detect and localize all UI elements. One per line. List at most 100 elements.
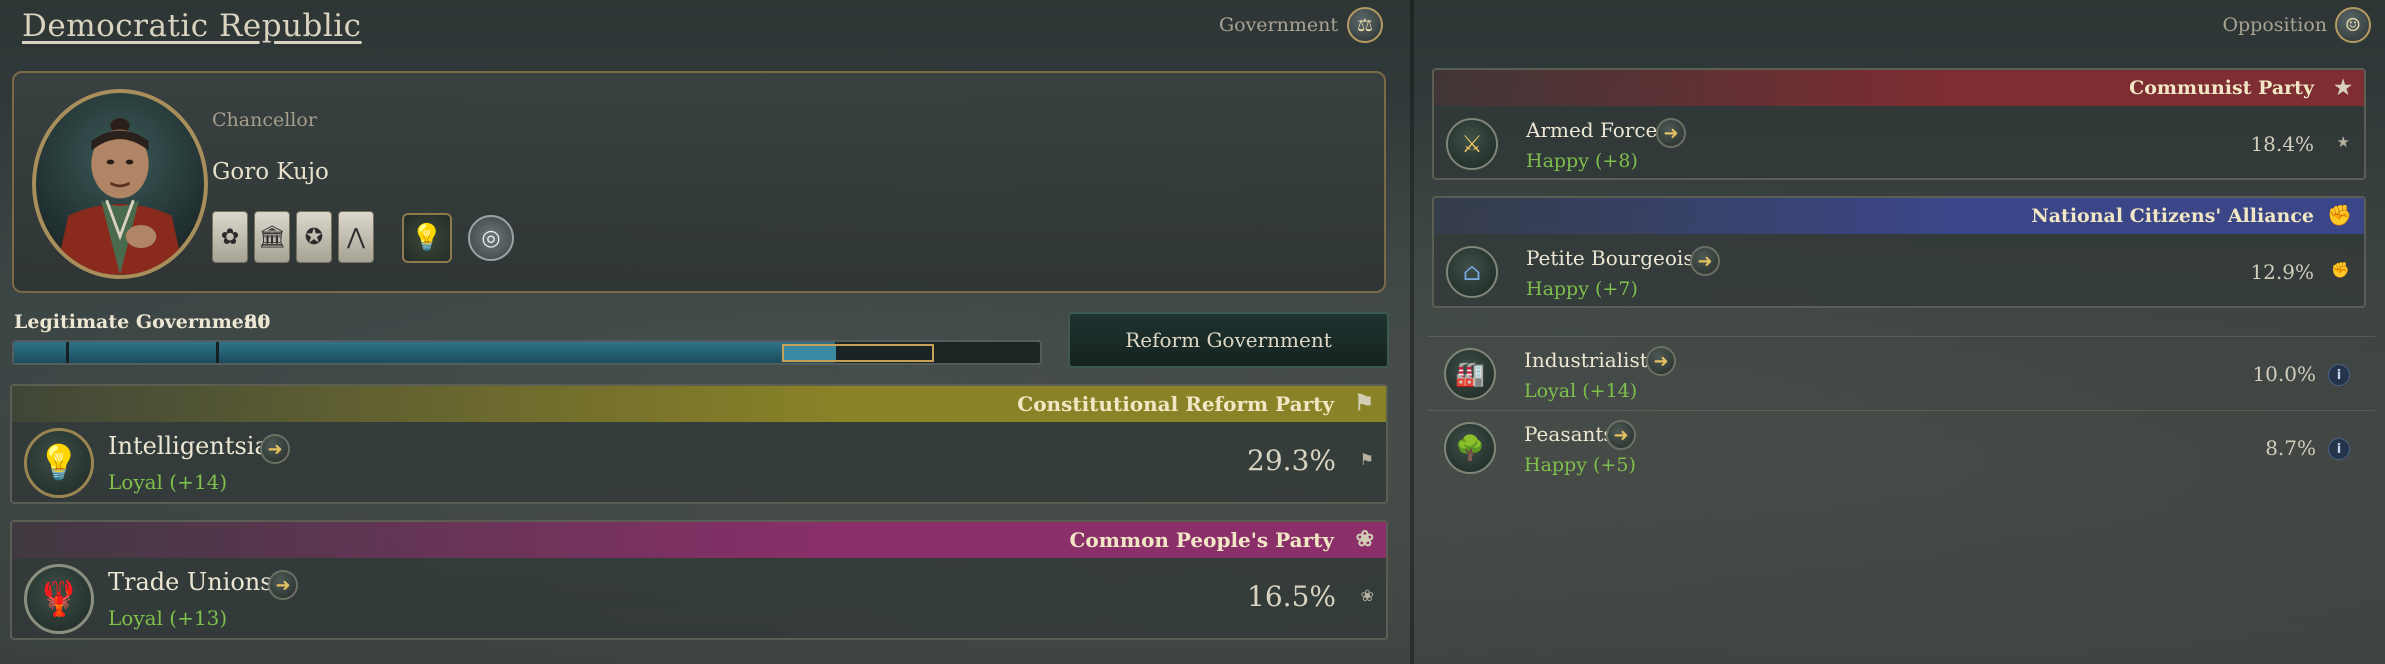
approval-value: +8 — [1602, 150, 1631, 172]
arrow-right-icon[interactable]: ➜ — [268, 570, 298, 600]
approval-value: +14 — [1589, 380, 1630, 402]
interest-group-name[interactable]: Peasants — [1524, 422, 1614, 446]
factory-icon[interactable]: 🏭 — [1444, 348, 1496, 400]
party-communist: Communist Party ★ ⚔ Armed Forces ➜ Happy… — [1432, 68, 2366, 180]
legitimacy-bar-segment — [216, 342, 219, 363]
party-national-citizens-alliance: National Citizens' Alliance ✊ ⌂ Petite B… — [1432, 196, 2366, 308]
interest-group-row[interactable]: 🦞 Trade Unions ➜ Loyal (+13) 16.5% ❀ — [12, 558, 1386, 640]
legitimacy-bar[interactable] — [12, 340, 1042, 365]
interest-group-approval: Happy (+8) — [1526, 150, 1638, 172]
leader-name[interactable]: Goro Kujo — [212, 159, 329, 185]
opposition-panel: Opposition ☺ Communist Party ★ ⚔ Armed F… — [1418, 0, 2385, 664]
info-icon[interactable]: i — [2328, 364, 2350, 386]
star-icon: ★ — [2334, 75, 2352, 99]
fist-icon: ✊ — [2331, 261, 2350, 279]
party-band[interactable]: Common People's Party ❀ — [12, 522, 1386, 558]
rose-icon: ❀ — [1355, 526, 1374, 552]
interest-group-row[interactable]: 🌳 Peasants ➜ Happy (+5) 8.7% i — [1432, 412, 2366, 482]
approval-value: +7 — [1602, 278, 1631, 300]
party-name: Communist Party — [2129, 77, 2314, 99]
leader-role: Chancellor — [212, 109, 317, 131]
party-constitutional-reform: Constitutional Reform Party ⚑ 💡 Intellig… — [10, 384, 1388, 504]
arrow-right-icon[interactable]: ➜ — [1606, 420, 1636, 450]
interest-group-clout: 29.3% — [1247, 444, 1336, 477]
interest-group-approval: Happy (+7) — [1526, 278, 1638, 300]
approval-label: Happy — [1524, 454, 1587, 476]
opposition-label: Opposition — [2222, 14, 2327, 36]
crossed-swords-icon[interactable]: ⚔ — [1446, 118, 1498, 170]
government-label: Government — [1218, 14, 1338, 36]
fist-icon: ✊ — [2327, 203, 2352, 227]
legitimacy-bar-segment — [66, 342, 69, 363]
approval-value: +14 — [177, 470, 220, 494]
interest-group-name[interactable]: Intelligentsia — [108, 432, 269, 460]
interest-group-row[interactable]: 🏭 Industrialists ➜ Loyal (+14) 10.0% i — [1432, 338, 2366, 408]
houses-icon[interactable]: ⌂ — [1446, 246, 1498, 298]
approval-label: Loyal — [108, 470, 163, 494]
tree-icon[interactable]: 🌳 — [1444, 422, 1496, 474]
row-separator — [1428, 336, 2375, 337]
interest-group-approval: Loyal (+14) — [108, 470, 228, 494]
opposition-figure-icon[interactable]: ☺ — [2335, 7, 2371, 43]
arrow-right-icon[interactable]: ➜ — [260, 434, 290, 464]
approval-label: Happy — [1526, 150, 1589, 172]
party-name: National Citizens' Alliance — [2031, 205, 2314, 227]
flag-icon: ⚑ — [1354, 390, 1374, 416]
interest-group-approval: Happy (+5) — [1524, 454, 1636, 476]
approval-value: +13 — [177, 606, 220, 630]
government-panel: Democratic Republic Government ⚖ Chancel… — [0, 0, 1405, 664]
interest-group-clout: 16.5% — [1247, 580, 1336, 613]
flag-icon: ⚑ — [1359, 450, 1374, 469]
leader-portrait[interactable] — [32, 89, 208, 279]
interest-group-clout: 10.0% — [2252, 362, 2316, 386]
institution-trait-icon[interactable]: 🏛 — [254, 211, 290, 263]
interest-group-name[interactable]: Armed Forces — [1526, 118, 1668, 142]
interest-group-clout: 8.7% — [2265, 436, 2316, 460]
government-header: Democratic Republic Government ⚖ — [0, 0, 1405, 56]
interest-group-approval: Loyal (+13) — [108, 606, 228, 630]
row-separator — [1428, 410, 2375, 411]
interest-group-name[interactable]: Trade Unions — [108, 568, 273, 596]
government-type-title[interactable]: Democratic Republic — [22, 8, 362, 44]
legitimacy-label: Legitimate Government — [14, 311, 267, 333]
party-name: Common People's Party — [1069, 528, 1334, 552]
interest-group-approval: Loyal (+14) — [1524, 380, 1638, 402]
interest-group-row[interactable]: ⚔ Armed Forces ➜ Happy (+8) 18.4% ★ — [1434, 108, 2364, 178]
legitimacy-bar-fill — [14, 342, 835, 363]
rose-trait-icon[interactable]: ✿ — [212, 211, 248, 263]
interest-group-clout: 12.9% — [2250, 260, 2314, 284]
interest-group-clout: 18.4% — [2250, 132, 2314, 156]
statesman-icon[interactable]: ⚖ — [1347, 7, 1383, 43]
interest-group-row[interactable]: ⌂ Petite Bourgeoisie ➜ Happy (+7) 12.9% … — [1434, 236, 2364, 306]
approval-label: Loyal — [1524, 380, 1577, 402]
arrow-right-icon[interactable]: ➜ — [1646, 346, 1676, 376]
legitimacy-value: 80 — [244, 311, 271, 333]
arrow-right-icon[interactable]: ➜ — [1690, 246, 1720, 276]
lightbulb-icon[interactable]: 💡 — [402, 213, 452, 263]
political-overview: Democratic Republic Government ⚖ Chancel… — [0, 0, 2385, 664]
arrow-right-icon[interactable]: ➜ — [1656, 118, 1686, 148]
military-rank-icon[interactable]: ✪ — [296, 211, 332, 263]
party-name: Constitutional Reform Party — [1017, 392, 1334, 416]
legitimacy-bar-marker — [782, 344, 934, 362]
globe-icon[interactable]: ◎ — [468, 215, 514, 261]
reform-government-button[interactable]: Reform Government — [1068, 312, 1389, 368]
leader-portrait-image — [55, 118, 185, 275]
party-common-peoples: Common People's Party ❀ 🦞 Trade Unions ➜… — [10, 520, 1388, 640]
interest-group-name[interactable]: Petite Bourgeoisie — [1526, 246, 1712, 270]
approval-value: +5 — [1600, 454, 1629, 476]
leader-card: Chancellor Goro Kujo ✿ 🏛 ✪ ⋀ 💡 ◎ — [12, 71, 1386, 293]
approval-label: Happy — [1526, 278, 1589, 300]
lobster-icon[interactable]: 🦞 — [24, 564, 94, 634]
party-band[interactable]: Communist Party ★ — [1434, 70, 2364, 106]
lightbulb-icon[interactable]: 💡 — [24, 428, 94, 498]
approval-label: Loyal — [108, 606, 163, 630]
interest-group-row[interactable]: 💡 Intelligentsia ➜ Loyal (+14) 29.3% ⚑ — [12, 422, 1386, 504]
info-icon[interactable]: i — [2328, 438, 2350, 460]
party-band[interactable]: National Citizens' Alliance ✊ — [1434, 198, 2364, 234]
interest-group-name[interactable]: Industrialists — [1524, 348, 1658, 372]
rose-icon: ❀ — [1360, 586, 1374, 605]
chevron-rank-icon[interactable]: ⋀ — [338, 211, 374, 263]
panel-divider — [1410, 0, 1414, 664]
party-band[interactable]: Constitutional Reform Party ⚑ — [12, 386, 1386, 422]
